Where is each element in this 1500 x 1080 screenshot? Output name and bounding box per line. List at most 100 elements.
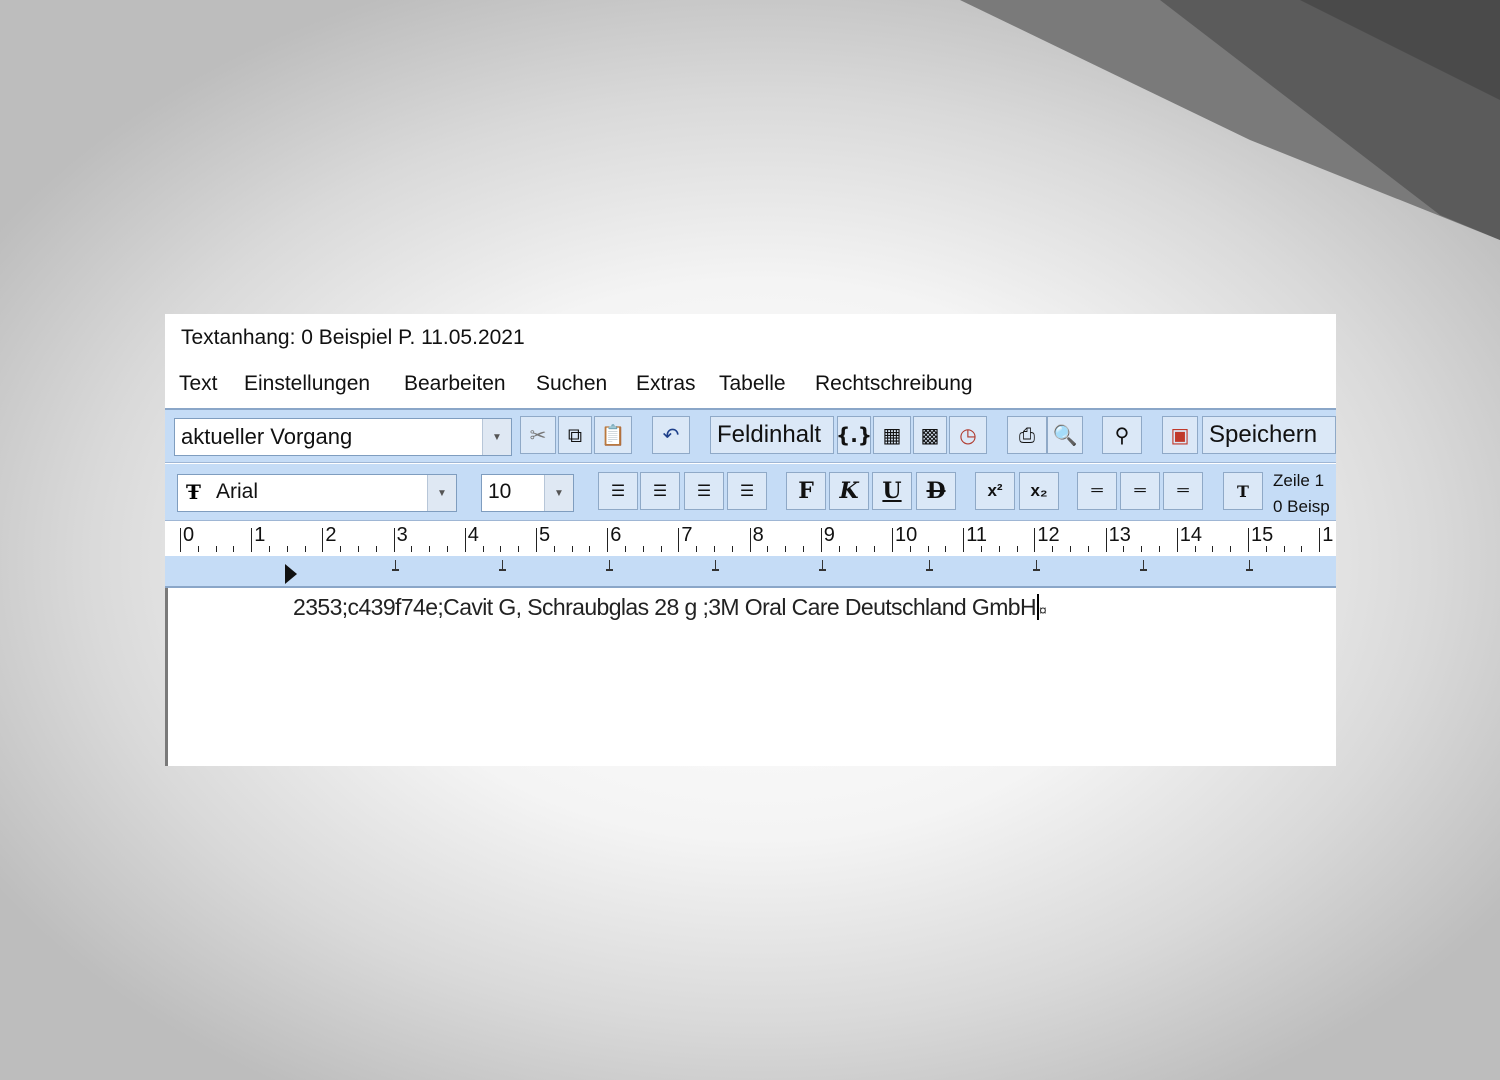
ruler-major-tick xyxy=(464,528,466,552)
superscript-button[interactable]: x² xyxy=(975,472,1015,510)
tab-stop-base xyxy=(1139,569,1147,571)
menu-suchen[interactable]: Suchen xyxy=(536,372,607,396)
ruler-scale: 0 1 2 3 4 5 6 7 8 9 10 11 12 13 14 15 1 xyxy=(165,522,1336,556)
line-spacing-1-button[interactable]: ═ xyxy=(1077,472,1117,510)
print-button[interactable]: ⎙ xyxy=(1007,416,1047,454)
ruler-minor-tick xyxy=(731,546,733,552)
image-button[interactable]: ▩ xyxy=(913,416,947,454)
braces-button[interactable]: {.} xyxy=(835,416,873,454)
scissors-icon: ✂ xyxy=(529,423,547,447)
find-button[interactable]: ⚲ xyxy=(1102,416,1142,454)
copy-button[interactable]: ⧉ xyxy=(558,416,592,454)
ruler-minor-tick xyxy=(1194,546,1196,552)
ruler-minor-tick xyxy=(233,546,235,552)
text-color-icon: T xyxy=(1237,481,1249,501)
ruler-minor-tick xyxy=(660,546,662,552)
undo-button[interactable]: ↶ xyxy=(652,416,690,454)
font-icon: Ŧ xyxy=(186,480,201,504)
braces-icon: {.} xyxy=(835,423,873,447)
ruler-major-tick xyxy=(749,528,751,552)
font-select[interactable]: Ŧ Arial ▼ xyxy=(177,474,457,512)
ruler-minor-tick xyxy=(447,546,448,552)
tab-stop-base xyxy=(392,569,399,571)
italic-button[interactable]: K xyxy=(829,472,869,510)
ruler-minor-tick xyxy=(500,546,502,552)
chevron-down-icon[interactable]: ▼ xyxy=(427,475,456,511)
tab-stop-base xyxy=(926,569,933,571)
tab-stop-base xyxy=(605,569,613,571)
align-center-button[interactable]: ☰ xyxy=(640,472,680,510)
ruler-minor-tick xyxy=(767,546,769,552)
ruler-minor-tick xyxy=(909,546,911,552)
font-size-select[interactable]: 10 ▼ xyxy=(481,474,574,512)
line-spacing-15-button[interactable]: ═ xyxy=(1120,472,1160,510)
paste-icon: 📋 xyxy=(600,423,626,447)
status-line: Zeile 1 xyxy=(1273,471,1325,490)
feldinhalt-button[interactable]: Feldinhalt xyxy=(710,416,834,454)
clock-icon: ◷ xyxy=(959,423,977,447)
line-double-icon: ═ xyxy=(1177,482,1189,499)
editor-text-line[interactable]: 2353;c439f74e;Cavit G, Schraubglas 28 g … xyxy=(293,594,1047,621)
menu-rechtschreibung[interactable]: Rechtschreibung xyxy=(815,372,973,396)
binoculars-icon: ⚲ xyxy=(1114,423,1130,447)
ruler-number: 12 xyxy=(1037,524,1060,546)
menu-bearbeiten[interactable]: Bearbeiten xyxy=(404,372,506,396)
status-document: 0 Beisp xyxy=(1273,497,1330,516)
ruler-minor-tick xyxy=(714,546,715,552)
justify-button[interactable]: ☰ xyxy=(727,472,767,510)
ruler-minor-tick xyxy=(642,546,644,552)
ruler-major-tick xyxy=(1319,528,1321,552)
ruler-minor-tick xyxy=(1301,546,1303,552)
ruler-minor-tick xyxy=(981,546,982,552)
table-button[interactable]: ▦ xyxy=(873,416,911,454)
ruler-number: 8 xyxy=(752,524,764,546)
speichern-button[interactable]: Speichern xyxy=(1202,416,1336,454)
ruler-major-tick xyxy=(1105,528,1107,552)
printer-icon: ⎙ xyxy=(1019,423,1035,447)
chevron-down-icon[interactable]: ▼ xyxy=(544,475,573,511)
tab-stop-base xyxy=(498,569,506,571)
subscript-button[interactable]: x₂ xyxy=(1019,472,1059,510)
underline-button[interactable]: U xyxy=(872,472,912,510)
ruler-minor-tick xyxy=(375,546,377,552)
ruler: 0 1 2 3 4 5 6 7 8 9 10 11 12 13 14 15 1 xyxy=(165,522,1336,588)
indent-marker-icon[interactable] xyxy=(285,564,297,584)
menu-text[interactable]: Text xyxy=(179,372,218,396)
ruler-number: 13 xyxy=(1108,524,1131,546)
print-preview-button[interactable]: 🔍 xyxy=(1047,416,1083,454)
ruler-major-tick xyxy=(1176,528,1178,552)
grid-image-icon: ▩ xyxy=(920,423,940,447)
menu-tabelle[interactable]: Tabelle xyxy=(719,372,786,396)
text-color-button[interactable]: T xyxy=(1223,472,1263,510)
ruler-number: 0 xyxy=(183,524,195,546)
ruler-minor-tick xyxy=(429,546,431,552)
align-right-button[interactable]: ☰ xyxy=(684,472,724,510)
ruler-major-tick xyxy=(1248,528,1249,552)
ruler-major-tick xyxy=(536,528,537,552)
editor-area[interactable]: 2353;c439f74e;Cavit G, Schraubglas 28 g … xyxy=(165,588,1336,766)
context-select[interactable]: aktueller Vorgang ▼ xyxy=(174,418,512,456)
ruler-number: 6 xyxy=(610,524,622,546)
ruler-minor-tick xyxy=(1230,546,1232,552)
menu-einstellungen[interactable]: Einstellungen xyxy=(244,372,370,396)
bold-button[interactable]: F xyxy=(786,472,826,510)
save-icon-button[interactable]: ▣ xyxy=(1162,416,1198,454)
strikethrough-button[interactable]: D xyxy=(916,472,956,510)
ruler-number: 5 xyxy=(539,524,551,546)
cut-button[interactable]: ✂ xyxy=(520,416,556,454)
paste-button[interactable]: 📋 xyxy=(594,416,632,454)
align-left-button[interactable]: ☰ xyxy=(598,472,638,510)
ruler-major-tick xyxy=(607,528,609,552)
ruler-minor-tick xyxy=(411,546,413,552)
status-area: Zeile 1 0 Beisp xyxy=(1273,468,1330,520)
date-button[interactable]: ◷ xyxy=(949,416,987,454)
tab-stop-base xyxy=(1246,569,1254,571)
menu-extras[interactable]: Extras xyxy=(636,372,696,396)
chevron-down-icon[interactable]: ▼ xyxy=(482,419,511,455)
ruler-minor-tick xyxy=(340,546,342,552)
ruler-minor-tick xyxy=(696,546,698,552)
ruler-minor-tick xyxy=(1087,546,1089,552)
tab-stop-base xyxy=(1032,569,1040,571)
ruler-minor-tick xyxy=(269,546,270,552)
line-spacing-2-button[interactable]: ═ xyxy=(1163,472,1203,510)
